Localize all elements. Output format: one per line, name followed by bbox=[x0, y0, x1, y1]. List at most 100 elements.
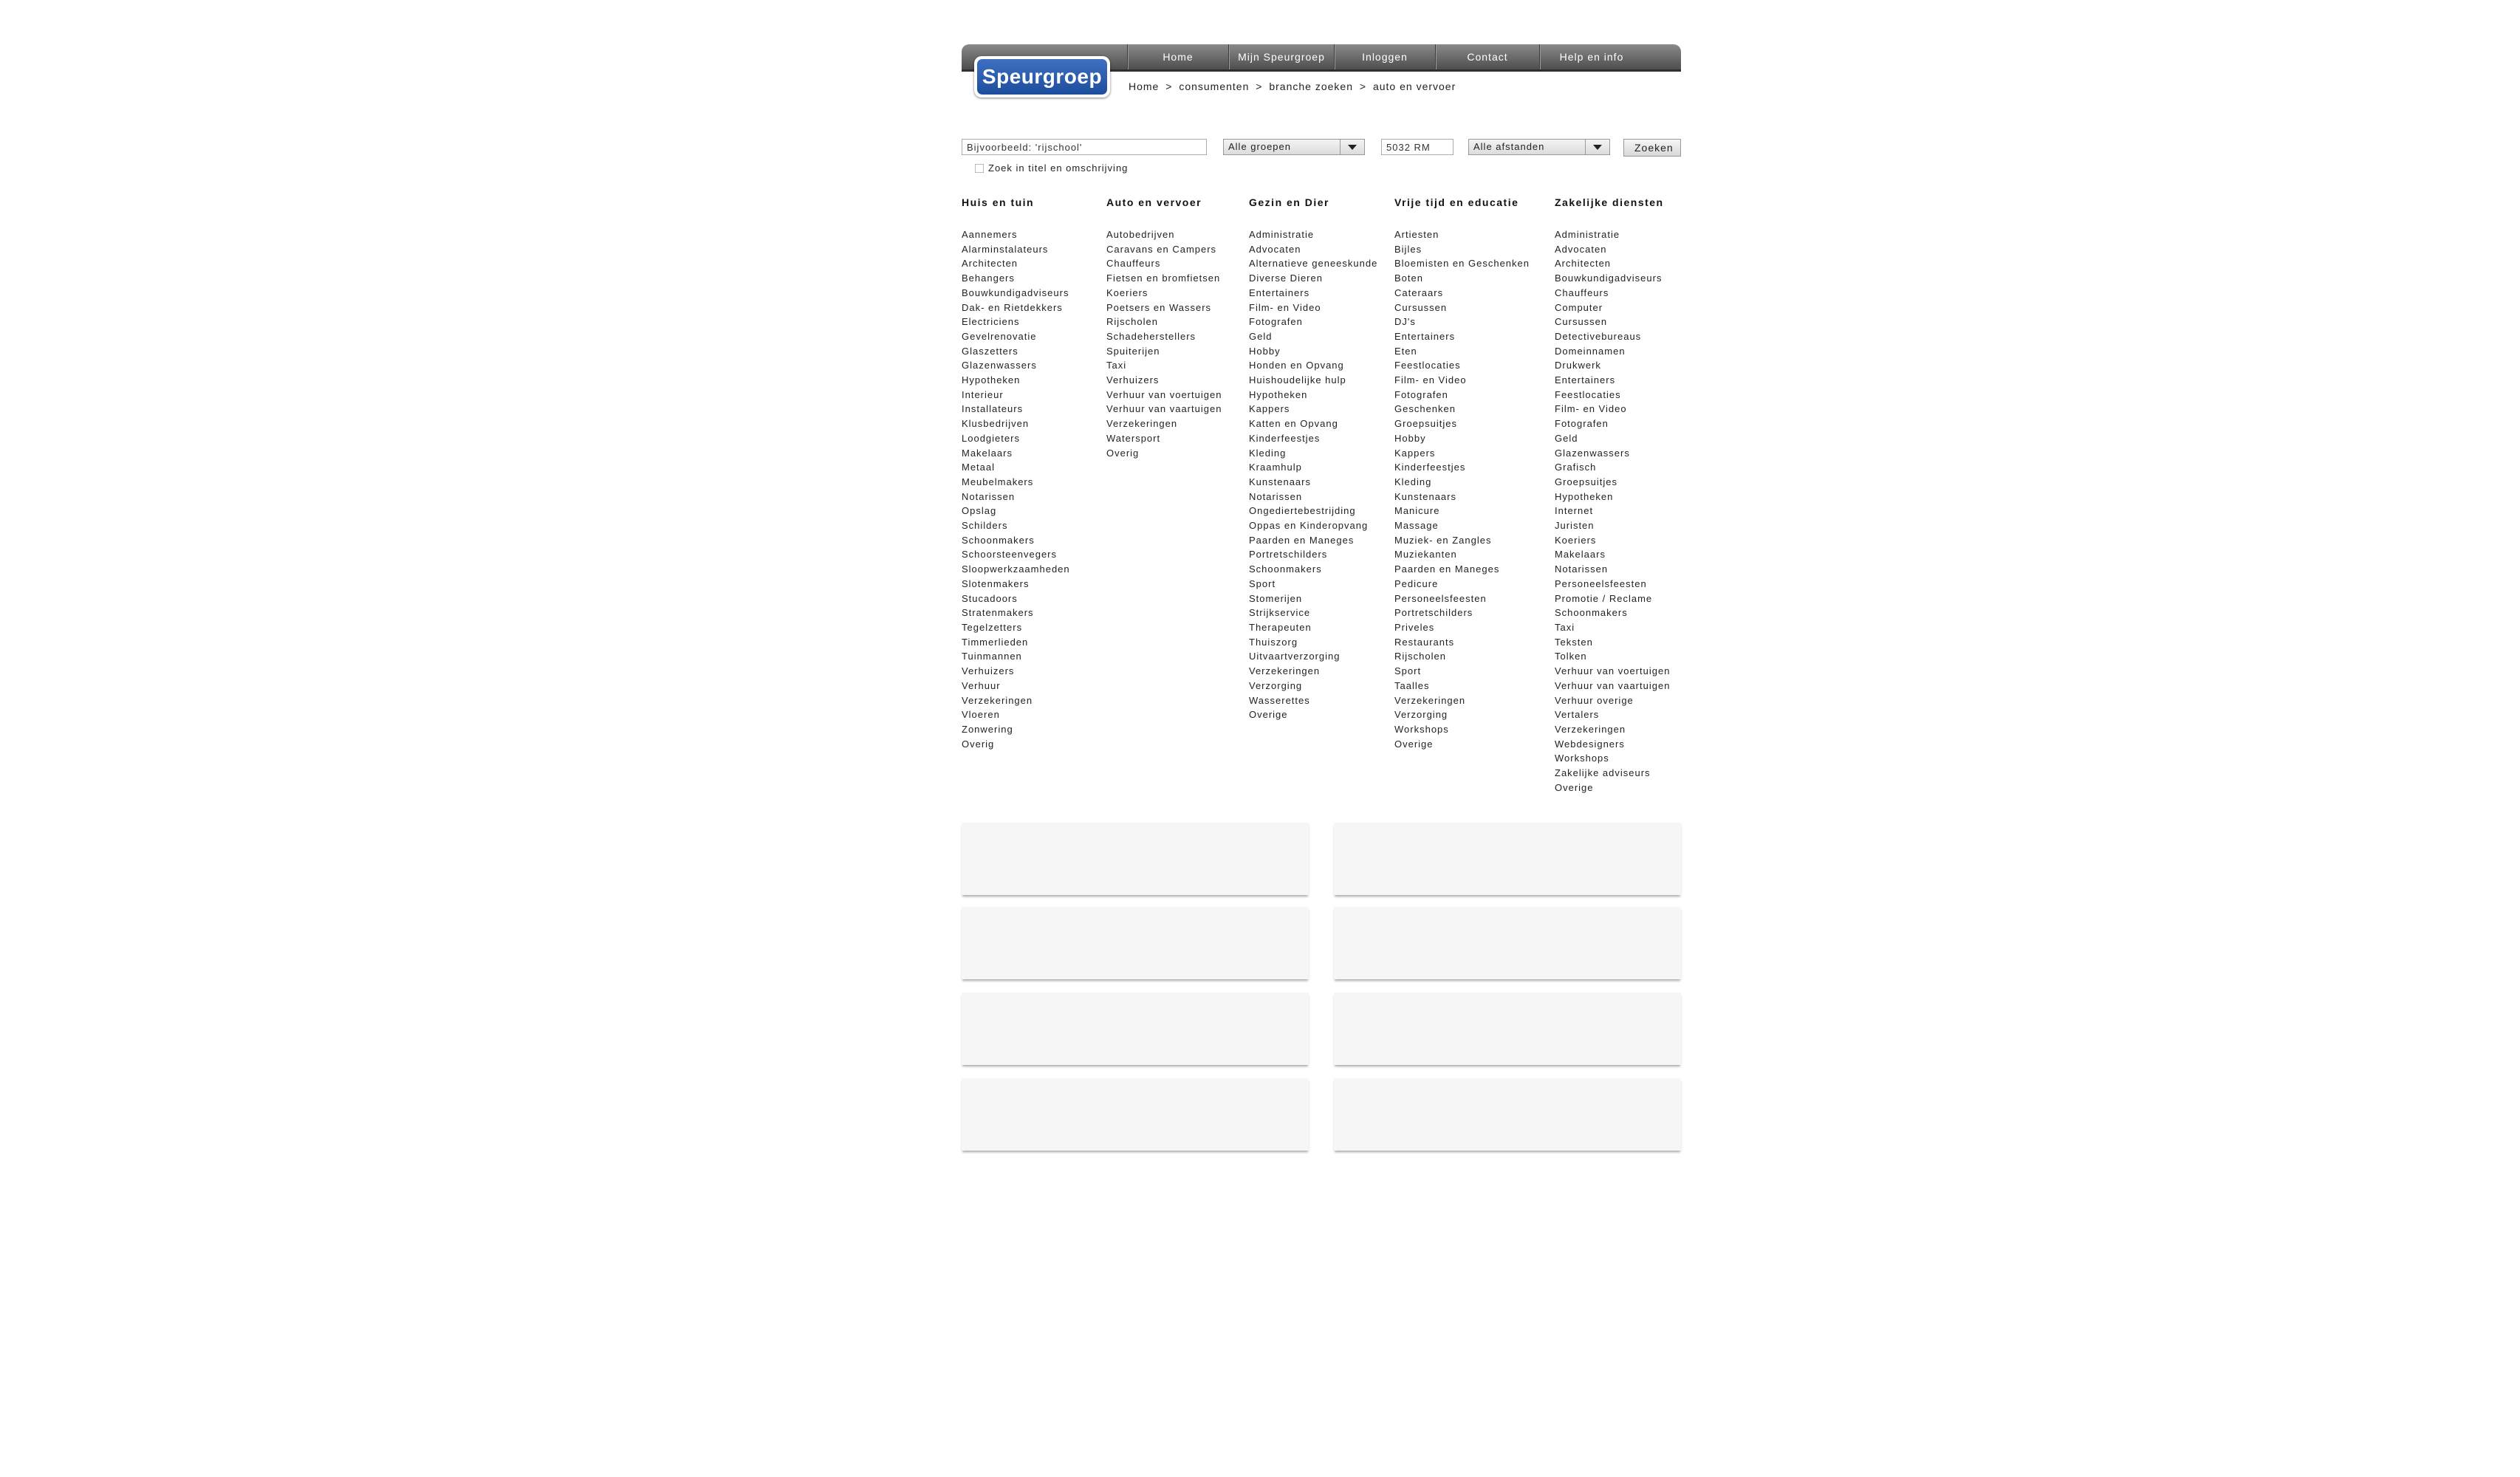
category-link[interactable]: Schilders bbox=[962, 518, 1070, 533]
category-link[interactable]: Kleding bbox=[1249, 446, 1377, 461]
category-link[interactable]: Behangers bbox=[962, 271, 1070, 286]
category-link[interactable]: DJ's bbox=[1394, 315, 1530, 329]
nav-mijn-speurgroep[interactable]: Mijn Speurgroep bbox=[1228, 44, 1334, 69]
category-link[interactable]: Overige bbox=[1394, 737, 1530, 752]
category-link[interactable]: Fotografen bbox=[1394, 388, 1530, 402]
category-link[interactable]: Groepsuitjes bbox=[1555, 475, 1670, 490]
category-link[interactable]: Verzorging bbox=[1394, 707, 1530, 722]
category-link[interactable]: Entertainers bbox=[1394, 329, 1530, 344]
category-link[interactable]: Bijles bbox=[1394, 242, 1530, 257]
category-link[interactable]: Sport bbox=[1249, 577, 1377, 592]
nav-home[interactable]: Home bbox=[1127, 44, 1228, 69]
category-link[interactable]: Timmerlieden bbox=[962, 635, 1070, 650]
category-link[interactable]: Verhuizers bbox=[1106, 373, 1222, 388]
category-link[interactable]: Electriciens bbox=[962, 315, 1070, 329]
category-link[interactable]: Glazenwassers bbox=[1555, 446, 1670, 461]
category-link[interactable]: Interieur bbox=[962, 388, 1070, 402]
category-link[interactable]: Rijscholen bbox=[1394, 649, 1530, 664]
category-link[interactable]: Cursussen bbox=[1555, 315, 1670, 329]
category-link[interactable]: Overige bbox=[1555, 781, 1670, 795]
category-link[interactable]: Cateraars bbox=[1394, 286, 1530, 301]
category-link[interactable]: Taxi bbox=[1555, 620, 1670, 635]
category-link[interactable]: Paarden en Maneges bbox=[1249, 533, 1377, 548]
category-link[interactable]: Computer bbox=[1555, 301, 1670, 315]
category-link[interactable]: Priveles bbox=[1394, 620, 1530, 635]
category-link[interactable]: Geschenken bbox=[1394, 402, 1530, 417]
category-link[interactable]: Domeinnamen bbox=[1555, 344, 1670, 359]
category-link[interactable]: Workshops bbox=[1555, 751, 1670, 766]
category-link[interactable]: Makelaars bbox=[1555, 547, 1670, 562]
category-link[interactable]: Zakelijke adviseurs bbox=[1555, 766, 1670, 781]
category-link[interactable]: Overig bbox=[962, 737, 1070, 752]
title-description-checkbox[interactable] bbox=[975, 163, 984, 173]
category-link[interactable]: Kunstenaars bbox=[1394, 490, 1530, 504]
category-link[interactable]: Glaszetters bbox=[962, 344, 1070, 359]
category-link[interactable]: Installateurs bbox=[962, 402, 1070, 417]
search-button[interactable]: Zoeken bbox=[1623, 139, 1681, 157]
category-link[interactable]: Juristen bbox=[1555, 518, 1670, 533]
category-link[interactable]: Schadeherstellers bbox=[1106, 329, 1222, 344]
category-link[interactable]: Spuiterijen bbox=[1106, 344, 1222, 359]
category-link[interactable]: Groepsuitjes bbox=[1394, 417, 1530, 431]
category-link[interactable]: Verhuizers bbox=[962, 664, 1070, 679]
category-link[interactable]: Kinderfeestjes bbox=[1394, 460, 1530, 475]
search-input[interactable]: Bijvoorbeeld: 'rijschool' bbox=[962, 139, 1207, 155]
category-link[interactable]: Aannemers bbox=[962, 227, 1070, 242]
category-link[interactable]: Taxi bbox=[1106, 358, 1222, 373]
category-link[interactable]: Verhuur van voertuigen bbox=[1555, 664, 1670, 679]
category-link[interactable]: Wasserettes bbox=[1249, 693, 1377, 708]
category-link[interactable]: Kappers bbox=[1394, 446, 1530, 461]
category-link[interactable]: Alarminstalateurs bbox=[962, 242, 1070, 257]
category-link[interactable]: Taalles bbox=[1394, 679, 1530, 693]
category-link[interactable]: Koeriers bbox=[1106, 286, 1222, 301]
category-link[interactable]: Glazenwassers bbox=[962, 358, 1070, 373]
category-link[interactable]: Kleding bbox=[1394, 475, 1530, 490]
category-link[interactable]: Chauffeurs bbox=[1555, 286, 1670, 301]
category-link[interactable]: Verhuur bbox=[962, 679, 1070, 693]
category-link[interactable]: Vloeren bbox=[962, 707, 1070, 722]
category-link[interactable]: Muziekanten bbox=[1394, 547, 1530, 562]
category-link[interactable]: Tolken bbox=[1555, 649, 1670, 664]
category-link[interactable]: Schoorsteenvegers bbox=[962, 547, 1070, 562]
category-link[interactable]: Manicure bbox=[1394, 504, 1530, 518]
category-link[interactable]: Verzorging bbox=[1249, 679, 1377, 693]
category-link[interactable]: Overige bbox=[1249, 707, 1377, 722]
category-link[interactable]: Rijscholen bbox=[1106, 315, 1222, 329]
category-link[interactable]: Koeriers bbox=[1555, 533, 1670, 548]
category-link[interactable]: Chauffeurs bbox=[1106, 256, 1222, 271]
category-link[interactable]: Film- en Video bbox=[1394, 373, 1530, 388]
breadcrumb-consumenten[interactable]: consumenten bbox=[1179, 80, 1249, 92]
category-link[interactable]: Cursussen bbox=[1394, 301, 1530, 315]
category-link[interactable]: Watersport bbox=[1106, 431, 1222, 446]
category-link[interactable]: Artiesten bbox=[1394, 227, 1530, 242]
category-link[interactable]: Portretschilders bbox=[1249, 547, 1377, 562]
category-link[interactable]: Geld bbox=[1555, 431, 1670, 446]
category-link[interactable]: Diverse Dieren bbox=[1249, 271, 1377, 286]
category-link[interactable]: Verhuur overige bbox=[1555, 693, 1670, 708]
category-link[interactable]: Paarden en Maneges bbox=[1394, 562, 1530, 577]
category-link[interactable]: Loodgieters bbox=[962, 431, 1070, 446]
category-link[interactable]: Makelaars bbox=[962, 446, 1070, 461]
category-link[interactable]: Drukwerk bbox=[1555, 358, 1670, 373]
category-link[interactable]: Autobedrijven bbox=[1106, 227, 1222, 242]
category-link[interactable]: Huishoudelijke hulp bbox=[1249, 373, 1377, 388]
category-link[interactable]: Webdesigners bbox=[1555, 737, 1670, 752]
category-link[interactable]: Grafisch bbox=[1555, 460, 1670, 475]
category-link[interactable]: Promotie / Reclame bbox=[1555, 592, 1670, 606]
category-link[interactable]: Vertalers bbox=[1555, 707, 1670, 722]
breadcrumb-branche-zoeken[interactable]: branche zoeken bbox=[1269, 80, 1353, 92]
category-link[interactable]: Sloopwerkzaamheden bbox=[962, 562, 1070, 577]
category-link[interactable]: Gevelrenovatie bbox=[962, 329, 1070, 344]
category-link[interactable]: Verhuur van vaartuigen bbox=[1555, 679, 1670, 693]
category-link[interactable]: Zonwering bbox=[962, 722, 1070, 737]
category-link[interactable]: Dak- en Rietdekkers bbox=[962, 301, 1070, 315]
category-link[interactable]: Personeelsfeesten bbox=[1555, 577, 1670, 592]
category-link[interactable]: Pedicure bbox=[1394, 577, 1530, 592]
postcode-input[interactable]: 5032 RM bbox=[1381, 139, 1454, 155]
category-link[interactable]: Klusbedrijven bbox=[962, 417, 1070, 431]
category-link[interactable]: Metaal bbox=[962, 460, 1070, 475]
category-link[interactable]: Slotenmakers bbox=[962, 577, 1070, 592]
category-link[interactable]: Alternatieve geneeskunde bbox=[1249, 256, 1377, 271]
category-link[interactable]: Kunstenaars bbox=[1249, 475, 1377, 490]
category-link[interactable]: Advocaten bbox=[1555, 242, 1670, 257]
